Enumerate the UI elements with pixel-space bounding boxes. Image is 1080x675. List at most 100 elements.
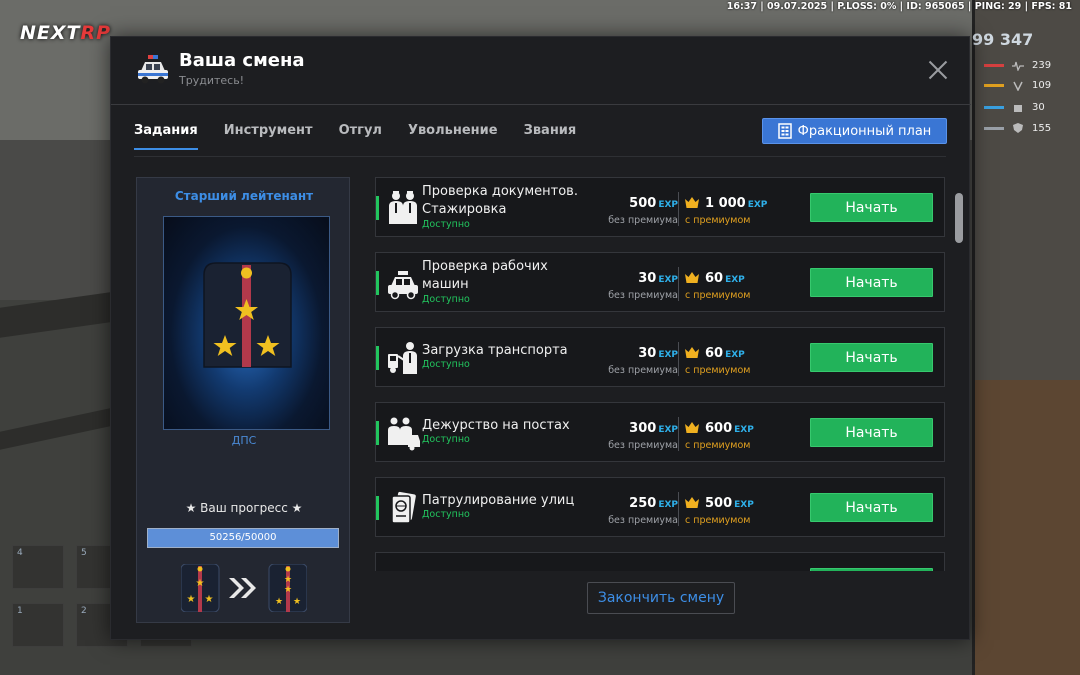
task-name: Патрулирование улиц [422,493,575,508]
tab-tasks[interactable]: Задания [134,123,198,150]
police-car-icon [138,55,168,84]
stat-hunger: 109 [984,80,1051,91]
tow-truck-icon [388,342,417,374]
start-task-button[interactable] [810,568,933,571]
shift-dialog: Ваша смена Трудитесь! Задания Инструмент… [110,36,971,640]
next-rank-board-icon: ★ ★ ★ ★ [268,564,307,612]
dialog-title: Ваша смена [179,50,305,71]
rank-insignia-image [163,216,330,430]
task-item: Патрулирование улиц Доступно 250 EXP без … [375,477,945,537]
svg-text:★: ★ [196,578,205,589]
available-marker [376,196,379,220]
start-task-button[interactable]: Начать [810,268,933,297]
tab-bar: Задания Инструмент Отгул Увольнение Зван… [134,123,602,150]
crown-icon [685,197,699,208]
double-chevron-icon [229,578,256,598]
task-item: Загрузка транспорта Доступно 30 EXP без п… [375,327,945,387]
task-name: Проверка рабочих машин [422,259,548,292]
task-item: Дежурство на постах Доступно 300 EXP без … [375,402,945,462]
start-task-button[interactable]: Начать [810,193,933,222]
reward-premium: 500 EXP с премиумом [678,492,788,526]
crown-icon [685,347,699,358]
svg-text:★: ★ [284,575,292,585]
end-shift-button[interactable]: Закончить смену [587,582,735,614]
stat-value: 239 [1032,60,1052,71]
hotbar-slot[interactable]: 4 [12,545,64,589]
status-bar: 16:37 | 09.07.2025 | P.LOSS: 0% | ID: 96… [726,1,1072,12]
crown-icon [685,272,699,283]
progress-text: 50256/50000 [209,532,277,543]
building-icon [777,123,792,139]
task-item: Проверка рабочих машин Доступно 30 EXP бе… [375,252,945,312]
reward-no-premium: 30 EXP без премиума [608,346,678,376]
task-item: Проверка документов. Стажировка Доступно… [375,177,945,237]
tabs-divider [134,156,946,157]
current-rank-board-icon: ★ ★ ★ [181,564,220,612]
money-display: 99 347 [972,30,1034,49]
task-name: Загрузка транспорта [422,343,568,358]
svg-text:★: ★ [293,597,301,607]
rank-upgrade-preview: ★ ★ ★ ★ ★ ★ ★ [181,564,307,612]
available-marker [376,421,379,445]
close-icon[interactable] [925,57,951,83]
reward-no-premium: 30 EXP без премиума [608,271,678,301]
task-status: Доступно [422,219,470,230]
task-status: Доступно [422,509,470,520]
reward-premium: 60 EXP с премиумом [678,342,788,376]
task-status: Доступно [422,434,470,445]
scrollbar-thumb[interactable] [955,193,963,243]
task-list: Проверка документов. Стажировка Доступно… [375,177,947,571]
shield-icon [1013,123,1023,133]
svg-text:★: ★ [284,585,292,595]
heartbeat-icon [1012,61,1024,71]
stat-value: 30 [1032,102,1045,113]
reward-no-premium: 250 EXP без премиума [608,496,678,526]
stat-thirst: 30 [984,102,1045,113]
svg-text:★: ★ [205,594,214,605]
tab-tools[interactable]: Инструмент [224,123,313,150]
stat-health: 239 [984,60,1051,71]
post-duty-icon [388,417,420,451]
dialog-header: Ваша смена Трудитесь! [111,37,971,105]
stat-value: 109 [1032,80,1052,91]
shoulder-board-icon [203,262,292,368]
stat-value: 155 [1032,122,1052,134]
faction-plan-label: Фракционный план [797,123,932,139]
hotbar-slot[interactable]: 1 [12,603,64,647]
start-task-button[interactable]: Начать [810,418,933,447]
rank-card: Старший лейтенант ДПС ★ Ваш прогресс ★ 5… [136,177,350,623]
crown-icon [685,497,699,508]
available-marker [376,496,379,520]
start-task-button[interactable]: Начать [810,493,933,522]
crown-icon [685,422,699,433]
police-car-icon [388,271,418,300]
task-status: Доступно [422,359,470,370]
task-name: Проверка документов. Стажировка [422,184,578,217]
task-status: Доступно [422,294,470,305]
officers-icon [389,191,417,224]
tab-ranks[interactable]: Звания [524,123,577,150]
faction-plan-button[interactable]: Фракционный план [762,118,947,144]
stat-armor: 155 [984,122,1051,134]
tab-resignation[interactable]: Увольнение [408,123,498,150]
rank-progress-bar: 50256/50000 [147,528,339,548]
server-logo: NEXTRP [20,22,112,44]
background-wood-crate [975,380,1080,675]
start-task-button[interactable]: Начать [810,343,933,372]
passport-icon [391,491,416,524]
svg-text:★: ★ [275,597,283,607]
available-marker [376,271,379,295]
reward-premium: 600 EXP с премиумом [678,417,788,451]
task-name: Дежурство на постах [422,418,570,433]
hunger-icon [1013,81,1023,91]
available-marker [376,346,379,370]
rank-department: ДПС [231,434,257,447]
reward-no-premium: 500 EXP без премиума [608,196,678,226]
reward-premium: 1 000 EXP с премиумом [678,192,788,226]
thirst-icon [1014,104,1022,112]
task-item-partial [375,552,945,571]
tab-day-off[interactable]: Отгул [339,123,382,150]
dialog-subtitle: Трудитесь! [179,74,245,87]
rank-title: Старший лейтенант [174,189,314,203]
reward-no-premium: 300 EXP без премиума [608,421,678,451]
